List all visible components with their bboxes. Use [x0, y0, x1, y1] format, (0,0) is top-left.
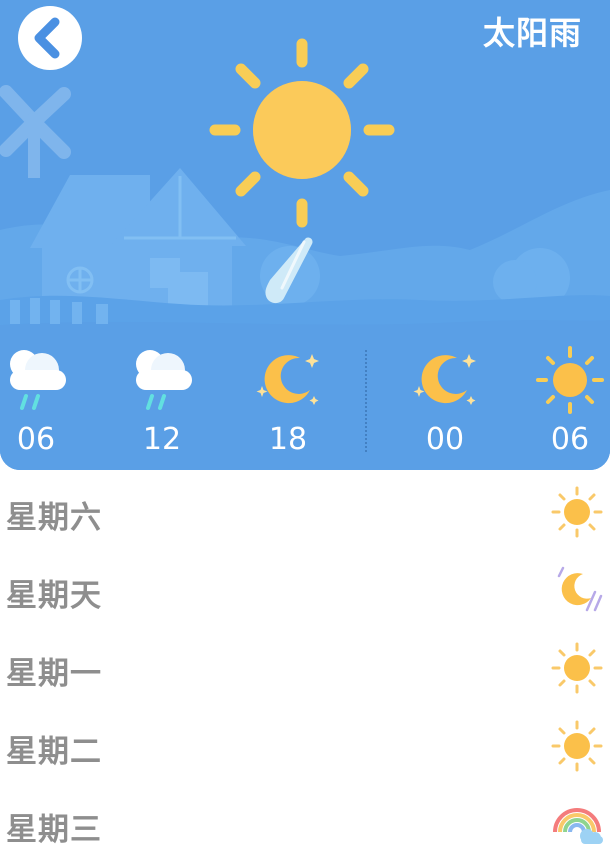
hourly-item: 00 [405, 340, 485, 460]
moon-icon [256, 354, 319, 405]
rainbow-icon [553, 808, 603, 844]
hourly-time: 06 [550, 422, 590, 457]
sun-icon [551, 720, 603, 772]
cloud-rain-icon [10, 350, 66, 410]
raindrop-icon [265, 237, 313, 304]
day-label: 星期二 [6, 734, 102, 770]
daily-row[interactable]: 星期六 [0, 474, 610, 544]
hourly-forecast: 06 12 18 00 06 [0, 340, 610, 460]
hourly-time: 00 [425, 422, 465, 457]
daily-row[interactable]: 星期天 [0, 552, 610, 622]
hourly-item: 06 [530, 340, 610, 460]
daily-row[interactable]: 星期二 [0, 708, 610, 778]
windmill-icon [0, 85, 71, 178]
sun-icon [551, 486, 603, 538]
daily-row[interactable]: 星期一 [0, 630, 610, 700]
day-label: 星期一 [6, 656, 102, 692]
page-title: 太阳雨 [482, 14, 582, 52]
day-label: 星期三 [6, 812, 102, 848]
hourly-item: 06 [0, 340, 76, 460]
day-label: 星期天 [6, 578, 102, 614]
hourly-item: 18 [248, 340, 328, 460]
hourly-time: 06 [16, 422, 56, 457]
sun-icon [536, 346, 604, 414]
cloud-rain-icon [136, 350, 192, 410]
moon-rain-icon [557, 566, 603, 612]
daily-row[interactable]: 星期三 [0, 786, 610, 856]
day-label: 星期六 [6, 500, 102, 536]
chevron-left-icon [34, 17, 60, 59]
hourly-time: 18 [268, 422, 308, 457]
sun-icon [551, 642, 603, 694]
sun-icon [209, 38, 395, 228]
hourly-time: 12 [142, 422, 182, 457]
moon-icon [413, 354, 476, 405]
hourly-item: 12 [122, 340, 202, 460]
back-button[interactable] [18, 6, 82, 70]
